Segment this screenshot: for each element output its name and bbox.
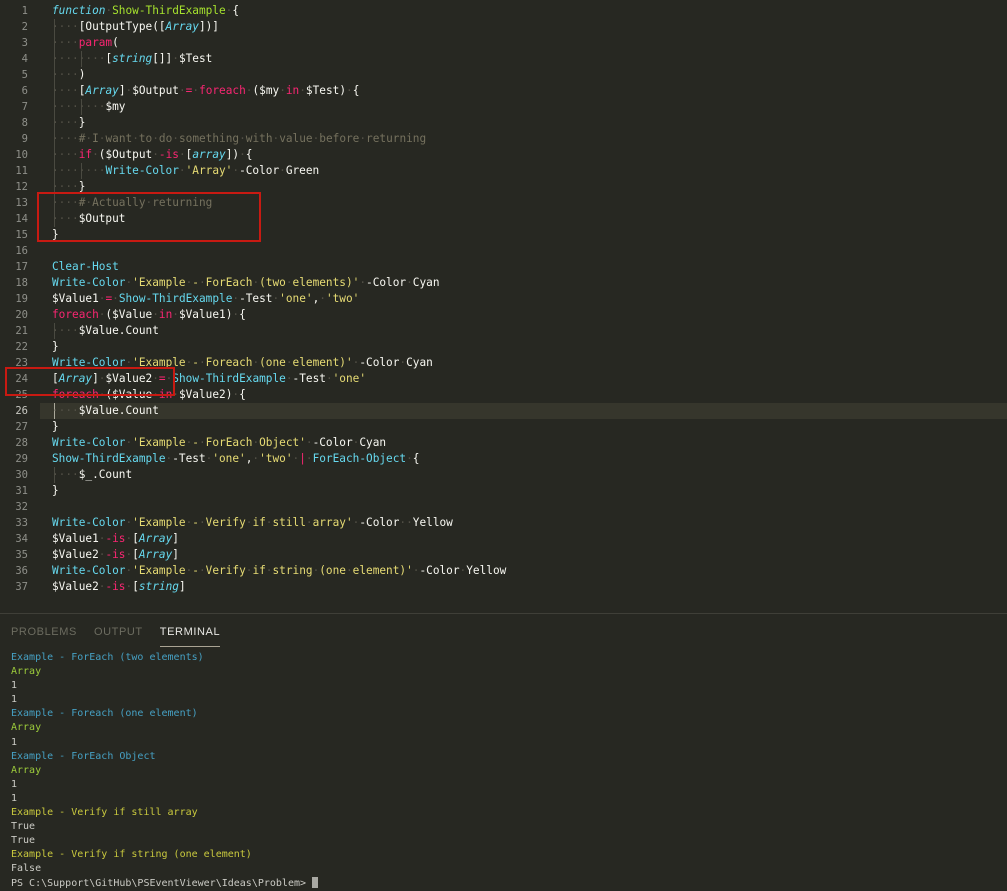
- terminal-line: False: [11, 862, 1007, 876]
- line-number: 6: [0, 83, 28, 99]
- code-line[interactable]: $Value1·=·Show-ThirdExample·-Test·'one',…: [52, 291, 506, 307]
- code-area[interactable]: function·Show-ThirdExample·{····[OutputT…: [52, 3, 506, 595]
- code-line[interactable]: ····): [52, 67, 506, 83]
- line-number: 21: [0, 323, 28, 339]
- line-number: 3: [0, 35, 28, 51]
- panel-tab-output[interactable]: OUTPUT: [94, 626, 143, 647]
- code-line[interactable]: ········$my: [52, 99, 506, 115]
- code-line[interactable]: $Value2·-is·[string]: [52, 579, 506, 595]
- line-number: 27: [0, 419, 28, 435]
- terminal-output[interactable]: Example - ForEach (two elements)Array11E…: [11, 651, 1007, 879]
- terminal-line: Example - Verify if still array: [11, 806, 1007, 820]
- code-line[interactable]: ····param(: [52, 35, 506, 51]
- line-number: 1: [0, 3, 28, 19]
- terminal-line: True: [11, 834, 1007, 848]
- line-number: 28: [0, 435, 28, 451]
- terminal-line: Example - ForEach (two elements): [11, 651, 1007, 665]
- line-number: 22: [0, 339, 28, 355]
- terminal-line: Array: [11, 721, 1007, 735]
- code-line[interactable]: }: [52, 339, 506, 355]
- line-number: 2: [0, 19, 28, 35]
- code-line[interactable]: }: [52, 483, 506, 499]
- code-editor[interactable]: 1234567891011121314151617181920212223242…: [0, 0, 1007, 613]
- line-number: 7: [0, 99, 28, 115]
- line-number: 18: [0, 275, 28, 291]
- code-line[interactable]: }: [52, 419, 506, 435]
- line-number: 10: [0, 147, 28, 163]
- panel-tab-terminal[interactable]: TERMINAL: [160, 626, 220, 647]
- line-number: 19: [0, 291, 28, 307]
- line-number: 17: [0, 259, 28, 275]
- terminal-line: Array: [11, 764, 1007, 778]
- code-line[interactable]: $Value1·-is·[Array]: [52, 531, 506, 547]
- line-number: 4: [0, 51, 28, 67]
- code-line[interactable]: Write-Color·'Example·-·ForEach·Object'·-…: [52, 435, 506, 451]
- code-line[interactable]: ····$_.Count: [52, 467, 506, 483]
- terminal-line: 1: [11, 736, 1007, 750]
- terminal-line: 1: [11, 693, 1007, 707]
- panel-tab-bar: PROBLEMS OUTPUT TERMINAL: [0, 614, 1007, 647]
- line-number: 11: [0, 163, 28, 179]
- code-line[interactable]: [52, 499, 506, 515]
- code-line[interactable]: ········[string[]]·$Test: [52, 51, 506, 67]
- code-line[interactable]: ····[OutputType([Array])]: [52, 19, 506, 35]
- red-box-array-cast: [5, 367, 175, 396]
- bottom-panel: PROBLEMS OUTPUT TERMINAL Example - ForEach…: [0, 613, 1007, 879]
- line-number: 16: [0, 243, 28, 259]
- line-number: 34: [0, 531, 28, 547]
- code-line[interactable]: Write-Color·'Example·-·Verify·if·string·…: [52, 563, 506, 579]
- red-box-returning: [37, 192, 261, 242]
- panel-tab-problems[interactable]: PROBLEMS: [11, 626, 77, 647]
- editor-gutter: 1234567891011121314151617181920212223242…: [0, 3, 28, 595]
- terminal-line: Example - Foreach (one element): [11, 707, 1007, 721]
- code-line[interactable]: ····[Array]·$Output·=·foreach·($my·in·$T…: [52, 83, 506, 99]
- line-number: 5: [0, 67, 28, 83]
- code-line[interactable]: ····}: [52, 115, 506, 131]
- code-line[interactable]: function·Show-ThirdExample·{: [52, 3, 506, 19]
- terminal-line: 1: [11, 792, 1007, 806]
- terminal-line: Array: [11, 665, 1007, 679]
- line-number: 31: [0, 483, 28, 499]
- line-number: 29: [0, 451, 28, 467]
- terminal-line: Example - Verify if string (one element): [11, 848, 1007, 862]
- code-line[interactable]: ····$Value.Count: [52, 403, 506, 419]
- line-number: 33: [0, 515, 28, 531]
- line-number: 36: [0, 563, 28, 579]
- terminal-line: 1: [11, 778, 1007, 792]
- line-number: 32: [0, 499, 28, 515]
- line-number: 30: [0, 467, 28, 483]
- line-number: 14: [0, 211, 28, 227]
- code-line[interactable]: Write-Color·'Example·-·Verify·if·still·a…: [52, 515, 506, 531]
- line-number: 9: [0, 131, 28, 147]
- code-line[interactable]: ········Write-Color·'Array'·-Color·Green: [52, 163, 506, 179]
- terminal-line: 1: [11, 679, 1007, 693]
- code-line[interactable]: [52, 243, 506, 259]
- code-line[interactable]: Show-ThirdExample·-Test·'one',·'two'·|·F…: [52, 451, 506, 467]
- line-number: 12: [0, 179, 28, 195]
- terminal-line: Example - ForEach Object: [11, 750, 1007, 764]
- terminal-line: True: [11, 820, 1007, 834]
- code-line[interactable]: Write-Color·'Example·-·ForEach·(two·elem…: [52, 275, 506, 291]
- code-line[interactable]: ····if·($Output·-is·[array])·{: [52, 147, 506, 163]
- code-line[interactable]: Clear-Host: [52, 259, 506, 275]
- code-line[interactable]: $Value2·-is·[Array]: [52, 547, 506, 563]
- code-line[interactable]: ····$Value.Count: [52, 323, 506, 339]
- code-line[interactable]: foreach·($Value·in·$Value1)·{: [52, 307, 506, 323]
- line-number: 35: [0, 547, 28, 563]
- code-line[interactable]: ····#·I·want·to·do·something·with·value·…: [52, 131, 506, 147]
- line-number: 8: [0, 115, 28, 131]
- line-number: 37: [0, 579, 28, 595]
- line-number: 20: [0, 307, 28, 323]
- line-number: 15: [0, 227, 28, 243]
- vscode-window: 1234567891011121314151617181920212223242…: [0, 0, 1007, 879]
- line-number: 26: [0, 403, 28, 419]
- line-number: 13: [0, 195, 28, 211]
